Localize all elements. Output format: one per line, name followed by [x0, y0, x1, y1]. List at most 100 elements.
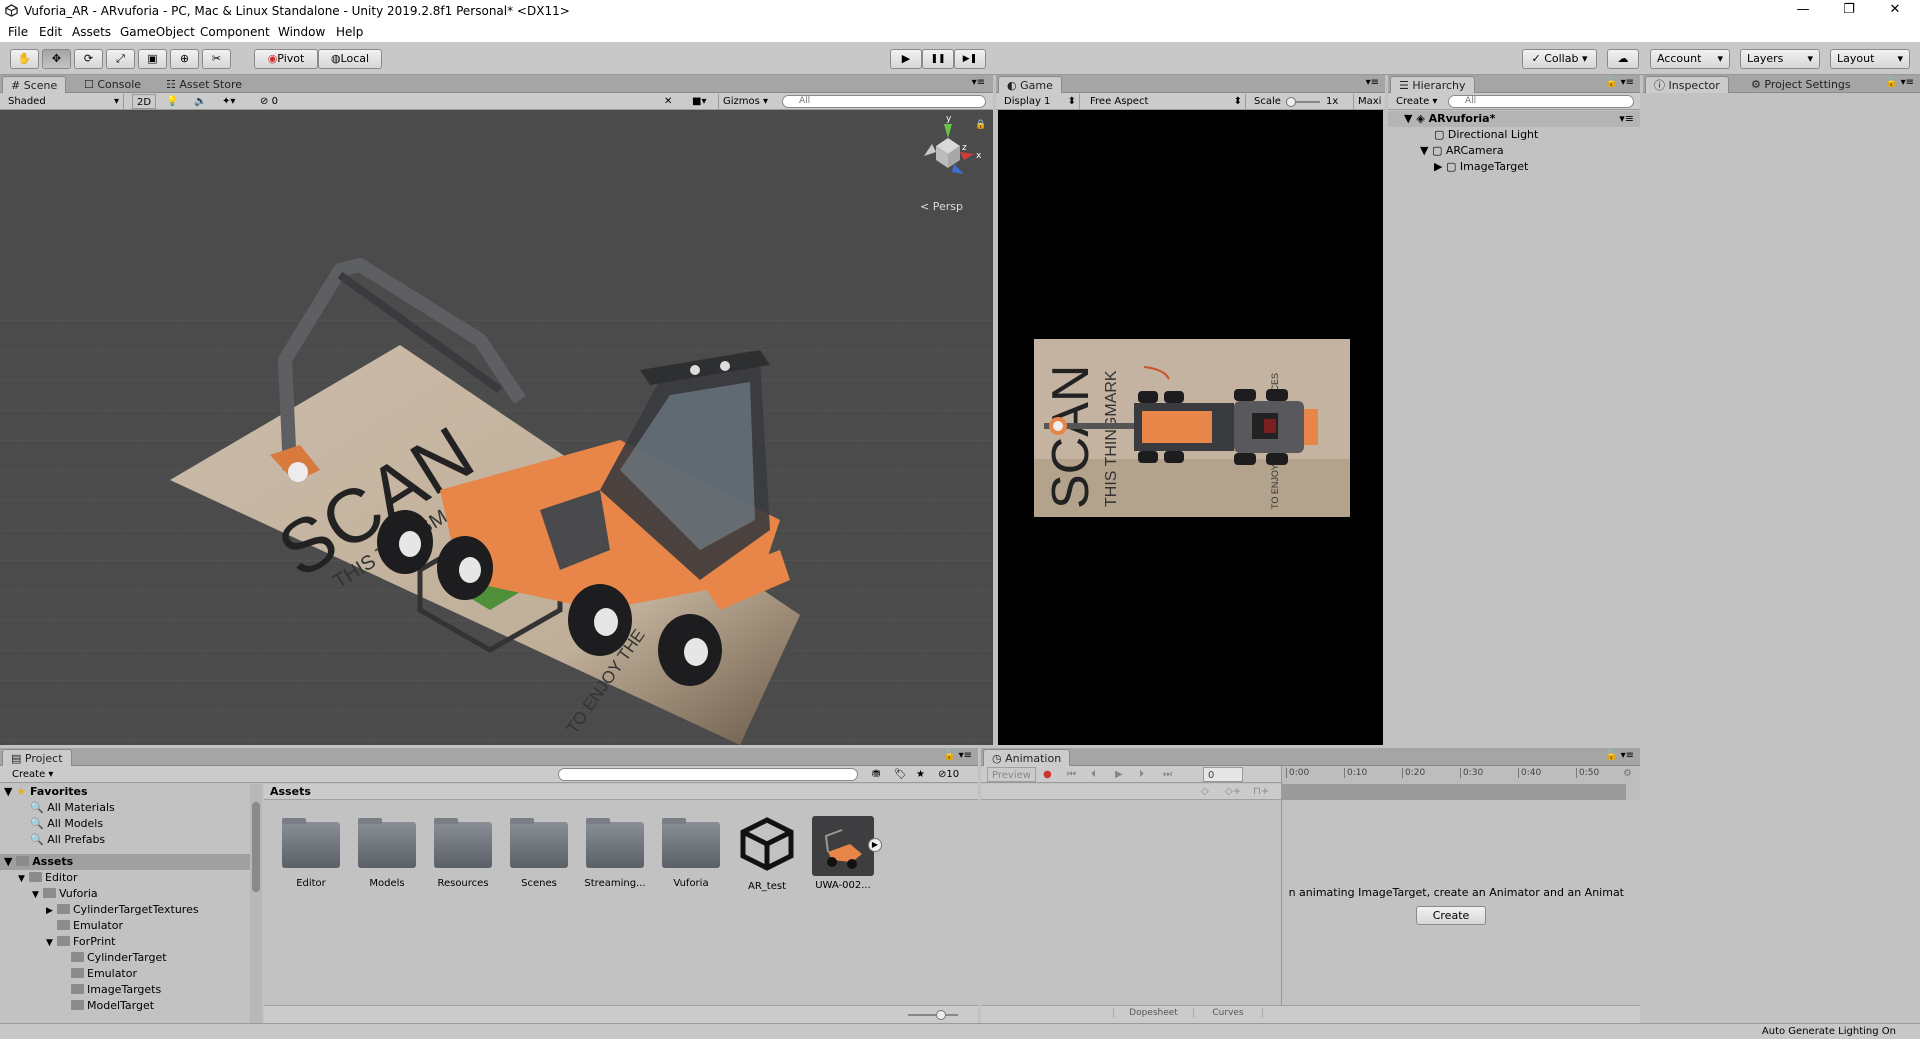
breadcrumb[interactable]: Assets	[264, 784, 978, 800]
hierarchy-search-input[interactable]: All	[1448, 95, 1634, 108]
tab-animation[interactable]: ◷ Animation	[983, 749, 1071, 766]
step-button[interactable]: ▶❚	[954, 49, 986, 69]
tree-folder-row[interactable]: ▶ CylinderTargetTextures	[46, 902, 199, 918]
asset-scene[interactable]: AR_test	[734, 816, 800, 892]
favorite-item[interactable]: 🔍 All Materials	[30, 800, 115, 816]
next-keyframe-button[interactable]: ⏵	[1135, 767, 1148, 782]
tree-folder-row[interactable]: ImageTargets	[60, 982, 161, 998]
prev-keyframe-button[interactable]: ⏴	[1087, 767, 1100, 782]
expand-arrow-icon[interactable]: ▼	[46, 935, 57, 951]
tab-hierarchy[interactable]: ☰ Hierarchy	[1390, 76, 1475, 93]
asset-folder[interactable]: Vuforia	[658, 818, 724, 889]
thumbnail-size-handle[interactable]	[936, 1010, 946, 1020]
collapse-arrow-icon[interactable]: ▶	[1434, 160, 1442, 173]
filter-label-icon[interactable]: 🏷	[890, 767, 911, 782]
effects-icon[interactable]: ✦▾	[218, 94, 239, 109]
collapse-arrow-icon[interactable]: ▶	[46, 903, 57, 919]
favorite-item[interactable]: 🔍 All Models	[30, 816, 103, 832]
panel-menu-icon[interactable]: 🔒 ▾≡	[1605, 77, 1634, 88]
hidden-packages-count[interactable]: ⊘10	[934, 767, 963, 782]
expand-arrow-icon[interactable]: ▼	[1404, 112, 1412, 125]
expand-arrow-icon[interactable]: ▼	[1420, 144, 1428, 157]
menu-assets[interactable]: Assets	[72, 25, 111, 39]
collab-dropdown[interactable]: ✓ Collab ▾	[1522, 49, 1597, 69]
close-button[interactable]: ✕	[1872, 0, 1918, 22]
scene-viewport[interactable]: SCAN THIS THINGMARK TO ENJOY THE y x z <…	[0, 110, 993, 745]
rect-tool-button[interactable]: ▣	[138, 49, 167, 69]
panel-menu-icon[interactable]: 🔒 ▾≡	[1885, 77, 1914, 88]
tree-folder-row[interactable]: ▼ Vuforia	[32, 886, 98, 902]
maximize-button[interactable]: ❐	[1826, 0, 1872, 22]
favorite-star-icon[interactable]: ★	[912, 767, 929, 782]
scale-slider[interactable]	[1286, 97, 1320, 107]
tree-folder-row[interactable]: CylinderTarget	[60, 950, 167, 966]
tree-scrollbar[interactable]	[250, 784, 262, 1023]
tab-asset-store[interactable]: ☷ Asset Store	[158, 76, 250, 93]
pivot-toggle[interactable]: ◉Pivot	[254, 49, 318, 69]
tree-folder-row[interactable]: ▼ Editor	[18, 870, 78, 886]
hand-tool-button[interactable]: ✋	[10, 49, 39, 69]
menu-edit[interactable]: Edit	[39, 25, 62, 39]
assets-header[interactable]: ▼ Assets	[0, 854, 250, 870]
tab-game[interactable]: ◐ Game	[998, 76, 1062, 93]
project-create-dropdown[interactable]: Create ▾	[8, 767, 57, 782]
frame-field[interactable]: 0	[1203, 767, 1243, 782]
lighting-status[interactable]: Auto Generate Lighting On	[1762, 1026, 1896, 1037]
asset-model[interactable]: ▶ UWA-002...	[810, 816, 882, 891]
custom-tool-button[interactable]: ✂	[202, 49, 231, 69]
move-tool-button[interactable]: ✥	[42, 49, 71, 69]
local-toggle[interactable]: ◍Local	[318, 49, 382, 69]
tree-folder-row[interactable]: ModelTarget	[60, 998, 154, 1014]
hierarchy-item[interactable]: ▢ Directional Light	[1434, 127, 1538, 143]
add-keyframe-icon[interactable]: ◇	[1201, 786, 1209, 797]
event-marker-icon[interactable]: ⊓+	[1253, 786, 1269, 797]
play-animation-button[interactable]: ▶	[1111, 767, 1127, 782]
panel-menu-icon[interactable]: ▾≡	[972, 77, 985, 88]
tree-folder-row[interactable]: Emulator	[46, 918, 123, 934]
scene-root-row[interactable]: ▼ ◈ ARvuforia* ▾≡	[1388, 111, 1640, 127]
asset-folder[interactable]: Editor	[278, 818, 344, 889]
row-menu-icon[interactable]: ▾≡	[1619, 111, 1634, 127]
tree-folder-row[interactable]: Emulator	[60, 966, 137, 982]
favorites-header[interactable]: ▼ ★ Favorites	[4, 784, 88, 800]
filter-type-icon[interactable]: ⛃	[868, 767, 884, 782]
2d-toggle[interactable]: 2D	[132, 94, 156, 109]
tab-project-settings[interactable]: ⚙ Project Settings	[1743, 76, 1859, 93]
cloud-button[interactable]: ☁	[1607, 49, 1639, 69]
create-animation-button[interactable]: Create	[1416, 906, 1486, 925]
tab-inspector[interactable]: ⓘ Inspector	[1645, 76, 1729, 93]
play-button[interactable]: ▶	[890, 49, 922, 69]
tools-icon[interactable]: ✕	[660, 94, 676, 109]
menu-help[interactable]: Help	[336, 25, 363, 39]
menu-gameobject[interactable]: GameObject	[120, 25, 195, 39]
timeline-events-lane[interactable]	[1281, 784, 1626, 800]
audio-icon[interactable]: 🔈	[190, 94, 210, 109]
maximize-on-play-toggle[interactable]: Maxi	[1353, 94, 1385, 109]
light-icon[interactable]: 💡	[162, 94, 182, 109]
hierarchy-create-dropdown[interactable]: Create ▾	[1392, 94, 1441, 109]
display-dropdown[interactable]: Display 1 ⬍	[1000, 94, 1080, 109]
scale-slider-handle[interactable]	[1286, 97, 1296, 107]
projection-label[interactable]: < Persp	[920, 200, 963, 213]
lock-icon[interactable]: 🔒	[975, 120, 986, 130]
menu-component[interactable]: Component	[200, 25, 270, 39]
tab-console[interactable]: ☐ Console	[76, 76, 149, 93]
pause-button[interactable]: ❚❚	[922, 49, 954, 69]
tree-scrollbar-thumb[interactable]	[252, 802, 260, 892]
scale-tool-button[interactable]: ⤢	[106, 49, 135, 69]
asset-folder[interactable]: Resources	[430, 818, 496, 889]
layers-dropdown[interactable]: Layers ▾	[1740, 49, 1820, 69]
expand-arrow-icon[interactable]: ▼	[32, 887, 43, 903]
add-event-icon[interactable]: ◇+	[1225, 786, 1241, 797]
panel-menu-icon[interactable]: 🔒 ▾≡	[943, 750, 972, 761]
panel-menu-icon[interactable]: 🔒 ▾≡	[1605, 750, 1634, 761]
panel-menu-icon[interactable]: ▾≡	[1366, 77, 1379, 88]
favorite-item[interactable]: 🔍 All Prefabs	[30, 832, 105, 848]
game-viewport[interactable]: SCAN THIS THINGMARK ERIENCES TO ENJOY	[998, 110, 1383, 745]
dopesheet-tab[interactable]: Dopesheet	[1113, 1008, 1193, 1018]
gizmos-dropdown[interactable]: Gizmos ▾	[718, 94, 776, 109]
tree-folder-row[interactable]: ▼ ForPrint	[46, 934, 116, 950]
thumbnail-size-slider[interactable]	[908, 1010, 958, 1020]
menu-file[interactable]: File	[8, 25, 28, 39]
hierarchy-item[interactable]: ▶ ▢ ImageTarget	[1434, 159, 1528, 175]
